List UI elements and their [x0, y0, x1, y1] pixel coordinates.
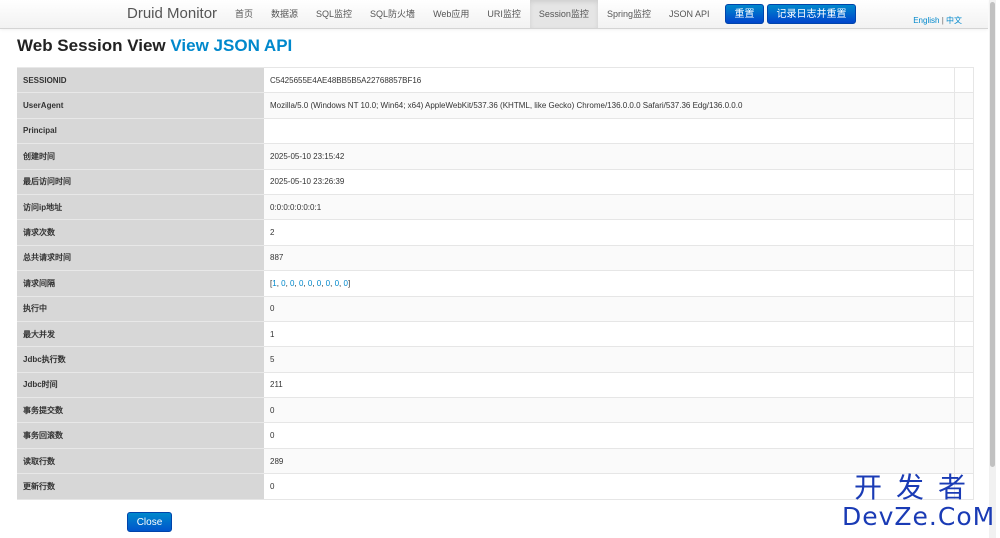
- nav-item-session-monitor[interactable]: Session监控: [529, 0, 598, 28]
- row-key: UserAgent: [17, 92, 264, 119]
- row-key: 最后访问时间: [17, 168, 264, 195]
- lang-separator: |: [941, 16, 944, 25]
- row-end-cell: [954, 219, 974, 246]
- row-key: 请求次数: [17, 219, 264, 246]
- close-button[interactable]: Close: [127, 512, 172, 532]
- row-value: [1, 0, 0, 0, 0, 0, 0, 0, 0]: [264, 270, 955, 297]
- scrollbar-thumb[interactable]: [990, 2, 995, 467]
- row-key: Jdbc时间: [17, 371, 264, 398]
- watermark-line-1: 开发者: [853, 471, 980, 504]
- table-row: 事务提交数 0: [17, 397, 974, 423]
- row-end-cell: [954, 66, 974, 93]
- row-key: Principal: [17, 117, 264, 144]
- row-end-cell: [954, 371, 974, 398]
- row-end-cell: [954, 295, 974, 322]
- interval-close-bracket: ]: [347, 278, 351, 288]
- row-value: 0: [264, 295, 955, 322]
- row-value: 2025-05-10 23:15:42: [264, 143, 955, 170]
- row-key: Jdbc执行数: [17, 346, 264, 373]
- nav-item-web-app[interactable]: Web应用: [424, 0, 478, 28]
- table-row: 更新行数 0: [17, 473, 974, 500]
- table-row: 请求次数 2: [17, 219, 974, 246]
- page-title: Web Session View View JSON API: [17, 36, 292, 56]
- nav-item-spring-monitor[interactable]: Spring监控: [598, 0, 660, 28]
- row-key: 创建时间: [17, 143, 264, 170]
- table-row: 事务回滚数 0: [17, 422, 974, 449]
- row-end-cell: [954, 397, 974, 423]
- row-value: 5: [264, 346, 955, 373]
- row-value: C5425655E4AE48BB5B5A22768857BF16: [264, 66, 955, 93]
- lang-chinese-link[interactable]: 中文: [946, 16, 962, 25]
- log-and-reset-button[interactable]: 记录日志并重置: [767, 4, 856, 24]
- site-watermark: 开发者 DevZe.CoM: [842, 471, 996, 532]
- table-row: 最大并发 1: [17, 320, 974, 347]
- row-value: 0:0:0:0:0:0:0:1: [264, 193, 955, 220]
- brand-title[interactable]: Druid Monitor: [127, 5, 217, 22]
- row-end-cell: [954, 117, 974, 144]
- table-row: 访问ip地址 0:0:0:0:0:0:0:1: [17, 193, 974, 220]
- watermark-line-2: DevZe.CoM: [842, 502, 996, 531]
- row-end-cell: [954, 320, 974, 347]
- table-row: Jdbc执行数 5: [17, 346, 974, 373]
- row-key: 请求间隔: [17, 270, 264, 297]
- nav-item-uri-monitor[interactable]: URI监控: [478, 0, 530, 28]
- nav-item-json-api[interactable]: JSON API: [660, 0, 719, 28]
- row-value: 887: [264, 244, 955, 271]
- row-end-cell: [954, 92, 974, 119]
- row-end-cell: [954, 193, 974, 220]
- row-key: 总共请求时间: [17, 244, 264, 271]
- nav-item-sql-monitor[interactable]: SQL监控: [307, 0, 361, 28]
- nav-item-sql-firewall[interactable]: SQL防火墙: [361, 0, 424, 28]
- reset-button[interactable]: 重置: [725, 4, 764, 24]
- row-end-cell: [954, 168, 974, 195]
- lang-english-link[interactable]: English: [913, 16, 939, 25]
- session-detail-table: SESSIONID C5425655E4AE48BB5B5A22768857BF1…: [17, 66, 974, 500]
- table-row: Principal: [17, 117, 974, 144]
- row-key: 更新行数: [17, 473, 264, 500]
- row-key: 事务回滚数: [17, 422, 264, 449]
- table-row: 执行中 0: [17, 295, 974, 322]
- row-value: 0: [264, 422, 955, 449]
- row-value: 289: [264, 447, 955, 474]
- row-end-cell: [954, 422, 974, 449]
- view-json-api-link[interactable]: View JSON API: [170, 36, 292, 55]
- row-key: 事务提交数: [17, 397, 264, 423]
- row-end-cell: [954, 244, 974, 271]
- nav-item-home[interactable]: 首页: [226, 0, 262, 28]
- row-key: 访问ip地址: [17, 193, 264, 220]
- language-switcher: English | 中文: [913, 15, 962, 26]
- vertical-scrollbar[interactable]: [989, 0, 996, 538]
- row-key: SESSIONID: [17, 66, 264, 93]
- row-key: 最大并发: [17, 320, 264, 347]
- nav-menu: 首页 数据源 SQL监控 SQL防火墙 Web应用 URI监控 Session监…: [226, 0, 718, 28]
- row-key: 执行中: [17, 295, 264, 322]
- table-row: 总共请求时间 887: [17, 244, 974, 271]
- table-row: UserAgent Mozilla/5.0 (Windows NT 10.0; W…: [17, 92, 974, 119]
- row-value: 2025-05-10 23:26:39: [264, 168, 955, 195]
- table-row: Jdbc时间 211: [17, 371, 974, 398]
- row-value: Mozilla/5.0 (Windows NT 10.0; Win64; x64…: [264, 92, 955, 119]
- table-row: 读取行数 289: [17, 447, 974, 474]
- row-value: 2: [264, 219, 955, 246]
- row-end-cell: [954, 447, 974, 474]
- row-value: [264, 117, 955, 144]
- row-end-cell: [954, 143, 974, 170]
- table-row: 最后访问时间 2025-05-10 23:26:39: [17, 168, 974, 195]
- row-value: 1: [264, 320, 955, 347]
- row-value: 0: [264, 397, 955, 423]
- table-row: SESSIONID C5425655E4AE48BB5B5A22768857BF1…: [17, 66, 974, 93]
- top-navbar: Druid Monitor 首页 数据源 SQL监控 SQL防火墙 Web应用 …: [0, 0, 988, 29]
- row-key: 读取行数: [17, 447, 264, 474]
- nav-item-datasource[interactable]: 数据源: [262, 0, 307, 28]
- row-value: 211: [264, 371, 955, 398]
- page-title-text: Web Session View: [17, 36, 166, 55]
- row-end-cell: [954, 346, 974, 373]
- table-row: 请求间隔 [1, 0, 0, 0, 0, 0, 0, 0, 0]: [17, 270, 974, 297]
- table-row: 创建时间 2025-05-10 23:15:42: [17, 143, 974, 170]
- row-end-cell: [954, 270, 974, 297]
